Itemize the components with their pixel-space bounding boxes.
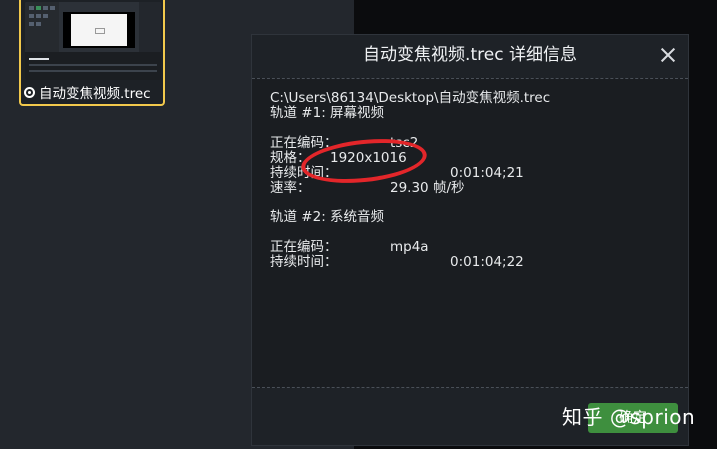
details-panel: C:\Users\86134\Desktop\自动变焦视频.trec 轨道 #1…	[252, 78, 688, 388]
thumbnail-preview-image	[25, 2, 161, 80]
track2-codec-row: 正在编码： mp4a	[270, 240, 670, 254]
dialog-title: 自动变焦视频.trec 详细信息	[363, 45, 577, 65]
thumbnail-label: 自动变焦视频.trec	[24, 82, 151, 102]
track1-heading: 轨道 #1: 屏幕视频	[270, 105, 385, 121]
track2-duration-row: 持续时间： 0:01:04;22	[270, 255, 670, 269]
radio-icon[interactable]	[24, 86, 35, 98]
track2-duration-value: 0:01:04;22	[450, 254, 524, 270]
track2-duration-label: 持续时间：	[270, 254, 338, 270]
track1-rate-row: 速率： 29.30 帧/秒	[270, 181, 670, 195]
track1-duration-value: 0:01:04;21	[450, 165, 524, 181]
track2-codec-value: mp4a	[390, 239, 429, 255]
track1-rate-label: 速率：	[270, 180, 311, 196]
media-thumbnail[interactable]: 自动变焦视频.trec	[19, 0, 165, 106]
track2-heading: 轨道 #2: 系统音频	[270, 209, 385, 225]
watermark-text: 知乎 @sprion	[562, 405, 696, 429]
file-path: C:\Users\86134\Desktop\自动变焦视频.trec	[270, 90, 551, 106]
details-dialog: 自动变焦视频.trec 详细信息 C:\Users\86134\Desktop\…	[251, 34, 689, 446]
thumbnail-filename: 自动变焦视频.trec	[39, 86, 151, 102]
track2-codec-label: 正在编码：	[270, 239, 338, 255]
track1-rate-value: 29.30 帧/秒	[390, 180, 465, 196]
close-icon[interactable]	[660, 47, 676, 63]
